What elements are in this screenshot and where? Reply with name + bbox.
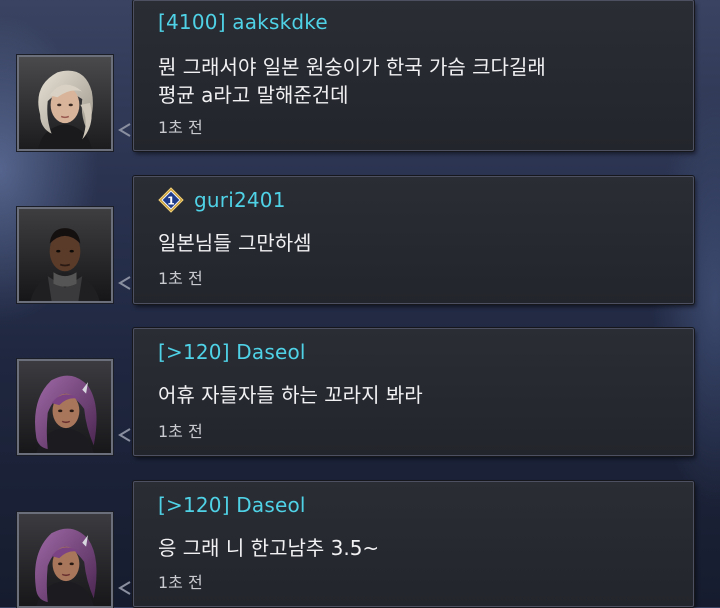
female-purple-hair-avatar — [19, 361, 111, 453]
username[interactable]: [>120] Daseol — [158, 493, 306, 517]
female-purple-hair-avatar — [19, 514, 111, 606]
username[interactable]: guri2401 — [194, 188, 286, 212]
message-text-line: 일본님들 그만하셈 — [158, 231, 312, 255]
message-timestamp: 1초 전 — [158, 573, 203, 592]
chat-feed: [4100] aakskdke 뭔 그래서야 일본 원숭이가 한국 가슴 크다길… — [0, 0, 720, 608]
rank-1-diamond-icon: 1 — [158, 187, 184, 213]
user-avatar[interactable] — [17, 512, 113, 608]
chat-message: [>120] Daseol 응 그래 니 한고남추 3.5~ 1초 전 — [0, 481, 720, 608]
user-avatar[interactable] — [17, 359, 113, 455]
message-timestamp: 1초 전 — [158, 118, 203, 137]
user-avatar[interactable] — [17, 55, 113, 151]
bubble-pointer-icon — [118, 428, 131, 442]
user-avatar[interactable] — [17, 207, 113, 303]
message-text-line: 어휴 자들자들 하는 꼬라지 봐라 — [158, 383, 423, 407]
username[interactable]: [>120] Daseol — [158, 340, 306, 364]
bubble-pointer-icon — [118, 581, 131, 595]
message-timestamp: 1초 전 — [158, 269, 203, 288]
message-bubble[interactable]: [>120] Daseol 어휴 자들자들 하는 꼬라지 봐라 1초 전 — [133, 328, 694, 456]
message-bubble[interactable]: [>120] Daseol 응 그래 니 한고남추 3.5~ 1초 전 — [133, 481, 694, 607]
message-timestamp: 1초 전 — [158, 422, 203, 441]
message-bubble[interactable]: [4100] aakskdke 뭔 그래서야 일본 원숭이가 한국 가슴 크다길… — [133, 0, 694, 151]
male-dark-skin-avatar — [19, 209, 111, 301]
username[interactable]: [4100] aakskdke — [158, 10, 328, 34]
female-silver-hair-avatar — [19, 57, 111, 149]
username-row: 1 guri2401 — [158, 185, 286, 215]
username-row: [>120] Daseol — [158, 337, 306, 367]
message-text-line: 응 그래 니 한고남추 3.5~ — [158, 536, 380, 560]
chat-message: [4100] aakskdke 뭔 그래서야 일본 원숭이가 한국 가슴 크다길… — [0, 0, 720, 160]
message-text-line: 평균 a라고 말해준건데 — [158, 83, 349, 107]
bubble-pointer-icon — [118, 123, 131, 137]
username-row: [4100] aakskdke — [158, 7, 328, 37]
bubble-pointer-icon — [118, 276, 131, 290]
username-row: [>120] Daseol — [158, 490, 306, 520]
chat-message: [>120] Daseol 어휴 자들자들 하는 꼬라지 봐라 1초 전 — [0, 328, 720, 488]
message-text-line: 뭔 그래서야 일본 원숭이가 한국 가슴 크다길래 — [158, 55, 546, 79]
message-bubble[interactable]: 1 guri2401 일본님들 그만하셈 1초 전 — [133, 176, 694, 304]
rank-number: 1 — [167, 195, 175, 208]
chat-message: 1 guri2401 일본님들 그만하셈 1초 전 — [0, 176, 720, 336]
